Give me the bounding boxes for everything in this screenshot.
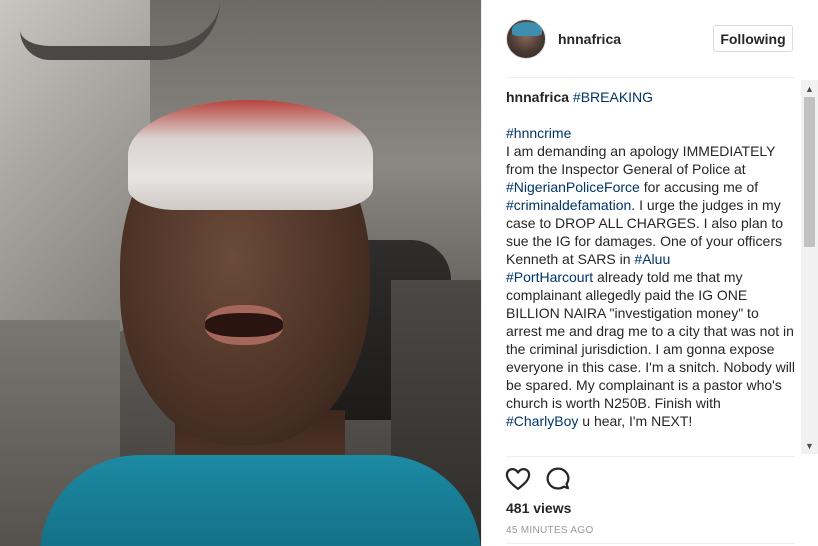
caption-username[interactable]: hnnafrica [506,89,569,105]
hashtag-link[interactable]: #hnncrime [506,125,571,141]
caption-scroll-area[interactable]: hnnafrica #BREAKING #hnncrime I am deman… [506,80,796,454]
post-details-panel: hnnafrica Following hnnafrica #BREAKING … [481,0,818,546]
caption-scrollbar[interactable]: ▲ ▼ [801,80,818,454]
post-header: hnnafrica Following [482,0,818,77]
comment-bubble-icon[interactable] [544,465,572,493]
heart-outline-icon[interactable] [504,465,532,493]
divider [506,77,795,78]
video-frame-headband [128,100,373,210]
caption-text: already told me that my complainant alle… [506,269,796,411]
divider [506,456,795,457]
avatar[interactable] [506,18,546,59]
header-username[interactable]: hnnafrica [558,31,621,47]
post-caption: hnnafrica #BREAKING #hnncrime I am deman… [506,88,796,454]
hashtag-link[interactable]: #Aluu [634,251,670,267]
following-button[interactable]: Following [713,25,793,52]
post-actions [504,464,584,494]
hashtag-link[interactable]: #criminaldefamation [506,197,631,213]
scroll-up-arrow-icon[interactable]: ▲ [801,80,818,97]
hashtag-link[interactable]: #BREAKING [573,89,653,105]
post-timestamp[interactable]: 45 MINUTES AGO [506,525,594,536]
video-player[interactable] [0,0,481,546]
divider [506,543,795,544]
scrollbar-thumb[interactable] [804,97,815,247]
hashtag-link[interactable]: #PortHarcourt [506,269,593,285]
caption-text: for accusing me of [639,179,763,195]
video-frame-shirt [40,455,481,546]
hashtag-link[interactable]: #CharlyBoy [506,413,578,429]
video-frame-mouth [205,305,283,345]
video-frame-window-edge [20,0,220,60]
caption-text: I am demanding an apology IMMEDIATELY fr… [506,143,776,177]
scroll-down-arrow-icon[interactable]: ▼ [801,437,818,454]
hashtag-link[interactable]: #NigerianPoliceForce [506,179,640,195]
view-count[interactable]: 481 views [506,500,571,516]
